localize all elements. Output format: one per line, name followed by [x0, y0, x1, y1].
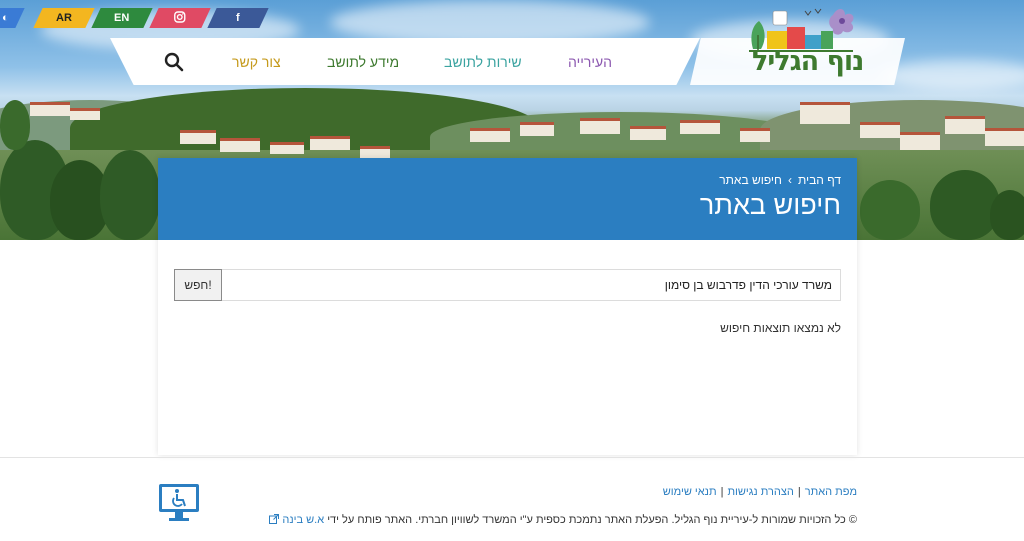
copyright: © כל הזכויות שמורות ל-עיריית נוף הגליל. … — [266, 514, 857, 526]
breadcrumb: דף הבית › חיפוש באתר — [719, 173, 841, 187]
logo-text: נוף הגליל — [752, 46, 864, 77]
developer-link[interactable]: א.ש בינה — [282, 514, 324, 526]
breadcrumb-separator: › — [787, 173, 792, 187]
facebook-icon: f — [236, 12, 240, 24]
lang-ar-label: AR — [56, 12, 72, 24]
page-header: דף הבית › חיפוש באתר חיפוש באתר — [158, 158, 857, 240]
accessibility-statement-icon[interactable] — [157, 482, 201, 524]
accessibility-icon: ◐ — [1, 12, 9, 24]
instagram-icon — [174, 10, 186, 26]
footer-link-terms[interactable]: תנאי שימוש — [663, 486, 717, 498]
page-title: חיפוש באתר — [699, 190, 841, 220]
instagram-button[interactable] — [149, 8, 211, 28]
lang-en-button[interactable]: EN — [91, 8, 153, 28]
footer-divider-1: | — [797, 486, 801, 498]
lang-ar-button[interactable]: AR — [33, 8, 95, 28]
footer-links: מפת האתר|הצהרת נגישות|תנאי שימוש — [663, 486, 857, 498]
lang-en-label: EN — [114, 12, 130, 24]
search-input[interactable] — [221, 269, 841, 301]
footer-link-sitemap[interactable]: מפת האתר — [805, 486, 857, 498]
breadcrumb-current: חיפוש באתר — [719, 173, 782, 187]
footer-link-accessibility[interactable]: הצהרת נגישות — [727, 486, 793, 498]
footer-divider — [0, 457, 1024, 458]
copyright-text: © כל הזכויות שמורות ל-עיריית נוף הגליל. … — [327, 514, 857, 526]
nav-resident-info[interactable]: מידע לתושב — [327, 54, 399, 70]
no-results-message: לא נמצאו תוצאות חיפוש — [720, 321, 841, 335]
facebook-button[interactable]: f — [207, 8, 269, 28]
search-icon[interactable] — [163, 51, 185, 73]
breadcrumb-home[interactable]: דף הבית — [798, 173, 841, 187]
nav-contact[interactable]: צור קשר — [232, 54, 281, 70]
nav-resident-service[interactable]: שירות לתושב — [444, 54, 522, 70]
footer-divider-2: | — [720, 486, 724, 498]
search-submit-button[interactable]: חפש! — [174, 269, 222, 301]
external-link-icon — [269, 514, 280, 524]
nav-municipality[interactable]: העירייה — [568, 54, 612, 70]
